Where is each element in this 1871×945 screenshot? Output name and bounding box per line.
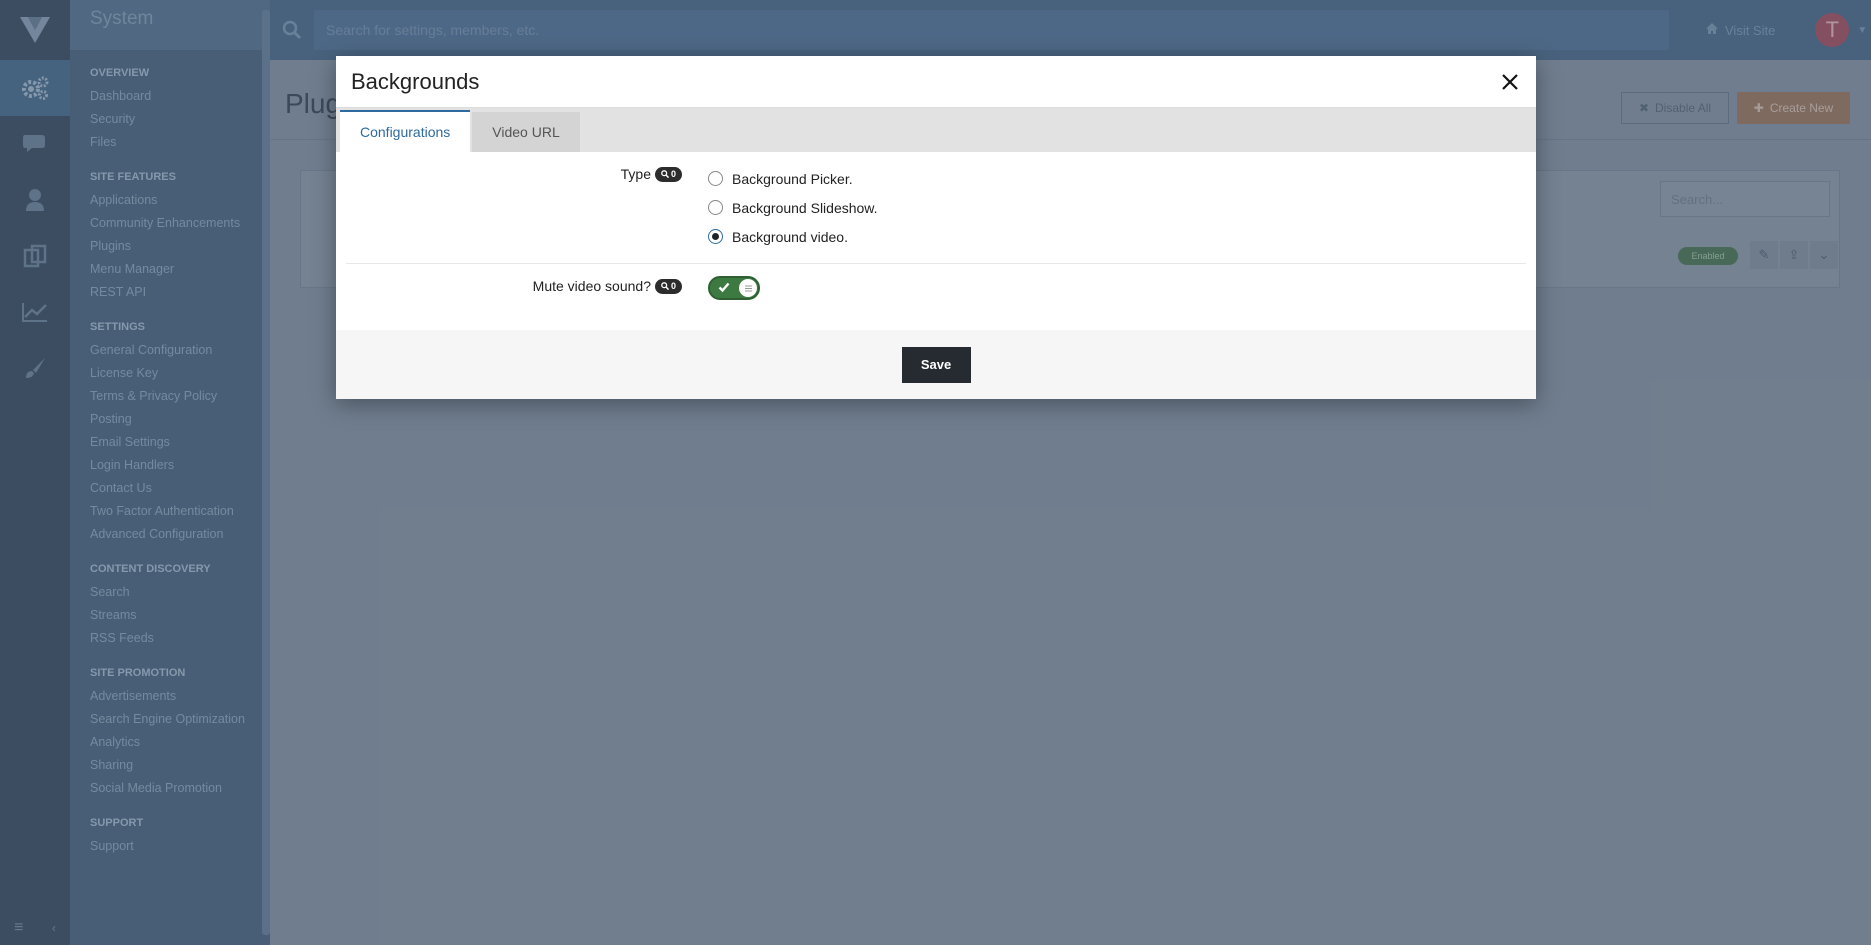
radio-background-slideshow[interactable]: Background Slideshow. [708,193,878,222]
close-button[interactable] [1496,68,1524,96]
radio-label: Background Picker. [732,170,853,187]
tab-video-url[interactable]: Video URL [472,112,580,152]
mute-label: Mute video sound? [532,278,651,294]
mute-toggle-wrap [708,276,760,300]
radio-button-checked[interactable] [708,229,723,244]
search-badge-count: 0 [670,281,676,291]
toggle-knob [739,279,757,297]
modal-title: Backgrounds [351,69,480,94]
modal-footer: Save [336,330,1536,399]
save-button[interactable]: Save [901,346,971,383]
modal-tabs: Configurations Video URL [336,108,1536,152]
search-icon [661,170,669,178]
radio-label: Background Slideshow. [732,199,878,216]
search-badge[interactable]: 0 [654,166,682,182]
type-row: Type 0 Background Picker. Background Sli… [346,164,1526,264]
radio-label: Background video. [732,228,848,245]
radio-background-picker[interactable]: Background Picker. [708,164,878,193]
radio-background-video[interactable]: Background video. [708,222,878,251]
form-body: Type 0 Background Picker. Background Sli… [336,152,1536,312]
mute-row: Mute video sound? 0 [346,264,1526,312]
search-icon [661,282,669,290]
mute-video-toggle[interactable] [708,276,760,300]
type-label: Type [620,166,651,182]
search-badge[interactable]: 0 [654,278,682,294]
modal-header: Backgrounds [336,56,1536,108]
tab-configurations[interactable]: Configurations [340,110,471,152]
close-icon [1502,74,1518,90]
search-badge-count: 0 [670,169,676,179]
radio-button[interactable] [708,200,723,215]
check-icon [718,282,730,293]
radio-button[interactable] [708,171,723,186]
grip-lines-icon [744,285,752,291]
type-label-wrap: Type 0 [346,164,682,182]
mute-label-wrap: Mute video sound? 0 [346,276,682,294]
type-radio-group: Background Picker. Background Slideshow.… [708,164,878,251]
backgrounds-modal: Backgrounds Configurations Video URL Typ… [336,56,1536,399]
